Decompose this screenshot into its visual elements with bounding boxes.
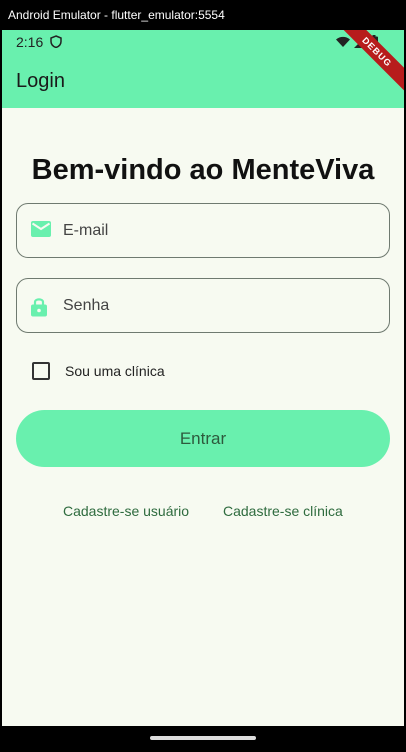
email-input[interactable] (63, 204, 373, 257)
login-button[interactable]: Entrar (16, 410, 390, 467)
navigation-bar (2, 726, 404, 752)
clinic-checkbox[interactable] (32, 362, 50, 380)
password-input[interactable] (63, 279, 373, 332)
home-indicator[interactable] (150, 736, 256, 740)
welcome-heading: Bem-vindo ao MenteViva (31, 154, 375, 186)
wifi-icon (336, 35, 350, 53)
app-bar: Login (2, 54, 404, 108)
status-bar: 2:16 (2, 30, 404, 54)
password-field[interactable] (16, 278, 390, 333)
email-icon (31, 221, 51, 242)
register-user-link[interactable]: Cadastre-se usuário (63, 503, 189, 519)
register-clinic-link[interactable]: Cadastre-se clínica (223, 503, 343, 519)
lock-icon (31, 296, 47, 322)
window-title: Android Emulator - flutter_emulator:5554 (0, 0, 406, 30)
shield-icon (50, 35, 62, 53)
email-field[interactable] (16, 203, 390, 258)
phone-screen: 2:16 Login DEBUG Bem-vindo ao MenteViva (2, 30, 404, 746)
page-title: Login (16, 70, 65, 92)
clinic-checkbox-label: Sou uma clínica (65, 363, 165, 379)
clinic-checkbox-row[interactable]: Sou uma clínica (32, 362, 165, 380)
status-time: 2:16 (16, 34, 44, 50)
